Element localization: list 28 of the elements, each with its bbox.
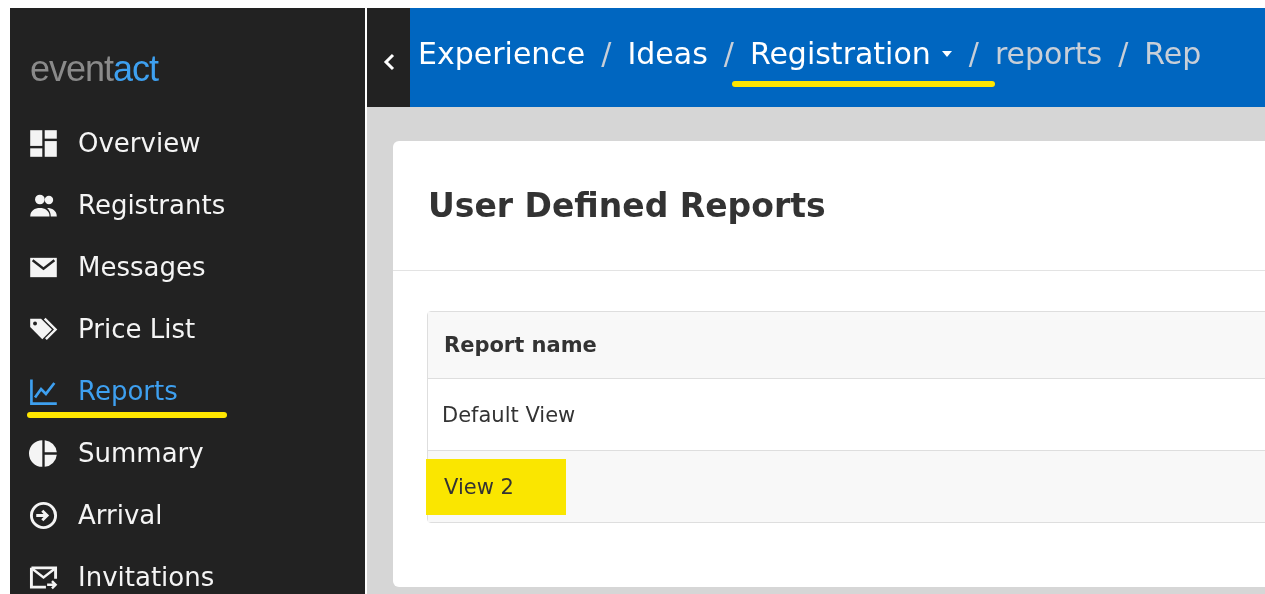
- breadcrumb-separator: /: [601, 36, 612, 71]
- card-title: User Defined Reports: [428, 186, 826, 225]
- breadcrumb-link[interactable]: reports: [994, 36, 1103, 71]
- breadcrumb-link[interactable]: Experience: [418, 36, 586, 71]
- breadcrumb-separator: /: [723, 36, 734, 71]
- highlighted-cell[interactable]: View 2: [426, 458, 566, 515]
- breadcrumb-separator: /: [1118, 36, 1129, 71]
- breadcrumb-link[interactable]: Ideas: [627, 36, 708, 71]
- sidebar-item[interactable]: Price List: [10, 298, 365, 360]
- collapse-button[interactable]: [367, 8, 410, 107]
- chevron-left-icon: [381, 52, 396, 72]
- sidebar-item[interactable]: Summary: [10, 422, 365, 484]
- sidebar-item[interactable]: Overview: [10, 112, 365, 174]
- breadcrumb-link[interactable]: Rep: [1144, 36, 1202, 71]
- logo: eventact: [30, 48, 159, 90]
- pie-chart-icon: [29, 438, 58, 468]
- column-header: Report name: [444, 333, 597, 357]
- sidebar-item[interactable]: Messages: [10, 236, 365, 298]
- sidebar-item[interactable]: Registrants: [10, 174, 365, 236]
- sign-in-icon: [29, 500, 58, 530]
- sidebar-item[interactable]: Reports: [10, 360, 365, 422]
- table-cell[interactable]: Default View: [426, 384, 592, 445]
- breadcrumb-link[interactable]: Registration: [749, 36, 953, 71]
- sidebar-item[interactable]: Invitations: [10, 546, 365, 594]
- sidebar-item[interactable]: Arrival: [10, 484, 365, 546]
- breadcrumb-separator: /: [968, 36, 979, 71]
- dashboard-icon: [29, 128, 58, 158]
- line-chart-icon: [29, 376, 58, 406]
